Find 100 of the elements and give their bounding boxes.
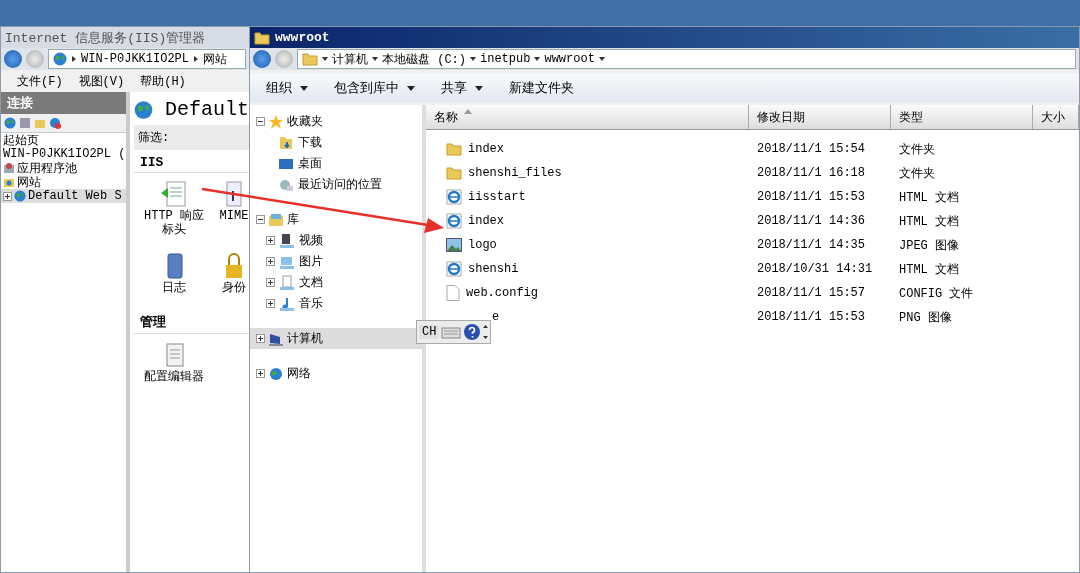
date-cell-text: 2018/11/1 16:18	[756, 166, 867, 180]
help-icon[interactable]	[463, 323, 482, 341]
language-button[interactable]: CH	[419, 325, 440, 339]
file-name[interactable]: index	[468, 142, 504, 156]
file-name[interactable]: iisstart	[468, 190, 526, 204]
address-bar[interactable]: 计算机 本地磁盘 (C:) inetpub wwwroot	[297, 49, 1076, 69]
file-name[interactable]: e	[492, 310, 500, 324]
nav-item[interactable]: 桌面	[250, 153, 422, 174]
caret-icon	[470, 56, 476, 62]
video-library-icon	[279, 232, 295, 249]
breadcrumb[interactable]: 本地磁盘 (C:)	[382, 50, 466, 68]
tree-item[interactable]: 起始页	[1, 133, 126, 147]
breadcrumb[interactable]: 网站	[203, 50, 228, 68]
toolbar-button[interactable]: 包含到库中	[334, 79, 415, 97]
chevron-right-icon	[71, 56, 77, 62]
breadcrumb[interactable]: inetpub	[480, 52, 531, 66]
tree-item[interactable]: Default Web S	[1, 189, 126, 203]
breadcrumb[interactable]: wwwroot	[544, 52, 595, 66]
nav-item[interactable]: 库	[250, 209, 422, 230]
file-name[interactable]: shenshi	[468, 262, 519, 276]
column-header[interactable]: 名称	[426, 105, 749, 129]
globe-icon	[53, 52, 67, 66]
tree-item[interactable]: WIN-P0JKK1IO2PL (	[1, 147, 126, 161]
feature-label[interactable]: HTTP 响应 标头	[144, 209, 204, 237]
nav-item[interactable]: 文档	[250, 272, 422, 293]
menu-item[interactable]: 帮助(H)	[140, 73, 186, 89]
type-cell-text: HTML 文档	[898, 213, 960, 230]
expander-icon[interactable]	[256, 215, 265, 224]
nav-item[interactable]: 收藏夹	[250, 111, 422, 132]
caret-icon	[322, 56, 328, 62]
date-cell-text: 2018/11/1 15:57	[756, 286, 867, 300]
menu-item[interactable]: 文件(F)	[17, 73, 63, 89]
caret-icon	[534, 56, 541, 62]
file-name[interactable]: index	[468, 214, 504, 228]
nav-item[interactable]: 下载	[250, 132, 422, 153]
toolbar-button[interactable]: 组织	[266, 79, 308, 97]
expander-icon[interactable]	[266, 278, 275, 287]
chevron-right-icon	[193, 56, 200, 62]
nav-item[interactable]: 网络	[250, 363, 422, 384]
web-page-icon	[446, 213, 462, 229]
web-page-icon	[446, 189, 462, 205]
file-name[interactable]: web.config	[466, 286, 538, 300]
file-name[interactable]: shenshi_files	[468, 166, 562, 180]
expander-icon[interactable]	[256, 117, 265, 126]
expander-icon[interactable]	[266, 257, 275, 266]
page-heading: Default	[165, 98, 249, 121]
folder-icon	[446, 142, 462, 156]
folder-up-icon	[34, 117, 46, 129]
app-pool-icon	[3, 162, 15, 174]
date-cell-text: 2018/11/1 14:35	[756, 238, 867, 252]
type-cell-text: 文件夹	[898, 141, 936, 158]
date-cell-text: 2018/11/1 15:53	[756, 190, 867, 204]
web-page-icon	[446, 261, 462, 277]
feature-label[interactable]: 身份	[222, 281, 246, 295]
toolbar-button[interactable]: 新建文件夹	[509, 79, 574, 97]
type-cell-text: HTML 文档	[898, 261, 960, 278]
tree-item[interactable]: 网站	[1, 175, 126, 189]
caret-icon	[372, 56, 378, 62]
date-cell-text: 2018/11/1 15:54	[756, 142, 867, 156]
breadcrumb[interactable]: 计算机	[332, 50, 368, 68]
documents-library-icon	[279, 274, 295, 291]
file-name[interactable]: logo	[468, 238, 497, 252]
tree-item[interactable]: 应用程序池	[1, 161, 126, 175]
nav-item[interactable]: 视频	[250, 230, 422, 251]
expander-icon[interactable]	[3, 191, 12, 201]
music-note-icon	[279, 295, 295, 312]
nav-item[interactable]: 计算机	[250, 328, 422, 349]
back-button[interactable]	[253, 50, 271, 68]
expander-icon[interactable]	[266, 299, 275, 308]
network-icon	[268, 365, 284, 382]
options-icon[interactable]	[483, 325, 489, 339]
date-cell-text: 2018/11/1 14:36	[756, 214, 867, 228]
folder-icon	[446, 166, 462, 180]
expander-icon[interactable]	[266, 236, 275, 245]
toolbar-button[interactable]: 共享	[441, 79, 483, 97]
headers-icon	[159, 179, 189, 209]
expander-icon[interactable]	[256, 369, 265, 378]
download-folder-icon	[278, 134, 294, 151]
sites-folder-icon	[3, 176, 15, 188]
disconnect-icon	[49, 117, 61, 129]
breadcrumb[interactable]: WIN-P0JKK1IO2PL	[81, 52, 190, 66]
type-cell-text: JPEG 图像	[898, 237, 960, 254]
expander-icon[interactable]	[256, 334, 265, 343]
column-header[interactable]: 大小	[1033, 105, 1079, 129]
picture-icon	[446, 238, 462, 252]
back-button[interactable]	[4, 50, 22, 68]
file-icon	[446, 285, 460, 301]
feature-label[interactable]: MIME	[219, 209, 249, 223]
nav-item[interactable]: 图片	[250, 251, 422, 272]
folder-icon	[302, 52, 318, 66]
window-title: wwwroot	[275, 30, 330, 45]
column-header[interactable]: 修改日期	[749, 105, 891, 129]
feature-label[interactable]: 日志	[162, 281, 186, 295]
nav-item[interactable]: 最近访问的位置	[250, 174, 422, 195]
menu-item[interactable]: 视图(V)	[78, 73, 125, 89]
address-bar[interactable]: WIN-P0JKK1IO2PL 网站	[48, 49, 246, 69]
column-header[interactable]: 类型	[891, 105, 1033, 129]
feature-label[interactable]: 配置编辑器	[144, 370, 204, 384]
filter-bar[interactable]: 筛选:	[134, 125, 249, 150]
nav-item[interactable]: 音乐	[250, 293, 422, 314]
